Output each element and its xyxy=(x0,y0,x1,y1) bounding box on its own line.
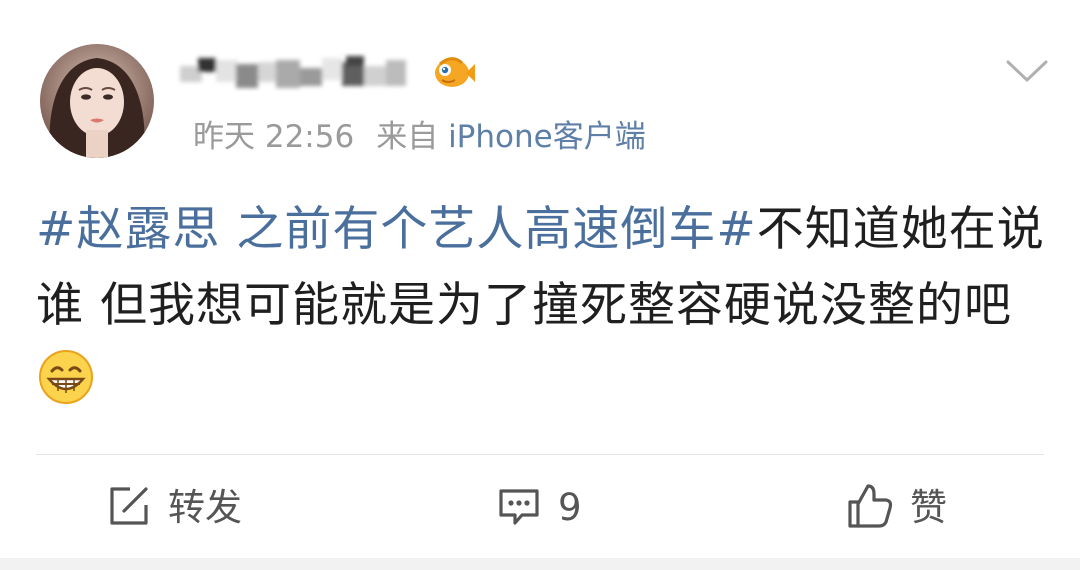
comment-icon xyxy=(496,483,542,533)
thumbs-up-icon xyxy=(846,482,894,534)
weibo-post-card: 昨天 22:56 来自 iPhone客户端 #赵露思 之前有个艺人高速倒车#不知道… xyxy=(0,0,1080,570)
grinning-face-emoji xyxy=(38,349,94,405)
avatar[interactable] xyxy=(40,44,154,158)
post-source-link[interactable]: iPhone客户端 xyxy=(448,119,646,155)
post-meta: 昨天 22:56 来自 iPhone客户端 xyxy=(193,115,646,159)
like-button[interactable]: 赞 xyxy=(846,480,947,536)
source-prefix: 来自 xyxy=(376,119,439,155)
comment-count: 9 xyxy=(558,486,582,529)
repost-label: 转发 xyxy=(168,486,242,529)
topic-link[interactable]: #赵露思 之前有个艺人高速倒车# xyxy=(36,202,757,257)
comment-button[interactable]: 9 xyxy=(496,480,582,536)
post-body: #赵露思 之前有个艺人高速倒车#不知道她在说谁 但我想可能就是为了撞死整容硬说没… xyxy=(36,192,1046,420)
post-time: 昨天 22:56 xyxy=(193,119,355,155)
repost-icon xyxy=(106,483,152,533)
chevron-down-icon[interactable] xyxy=(1002,50,1052,90)
bottom-separator xyxy=(0,558,1080,570)
repost-button[interactable]: 转发 xyxy=(106,480,242,536)
fish-badge-icon[interactable] xyxy=(428,50,476,92)
divider xyxy=(36,454,1044,455)
like-label: 赞 xyxy=(910,486,947,529)
author-name[interactable] xyxy=(176,50,426,96)
